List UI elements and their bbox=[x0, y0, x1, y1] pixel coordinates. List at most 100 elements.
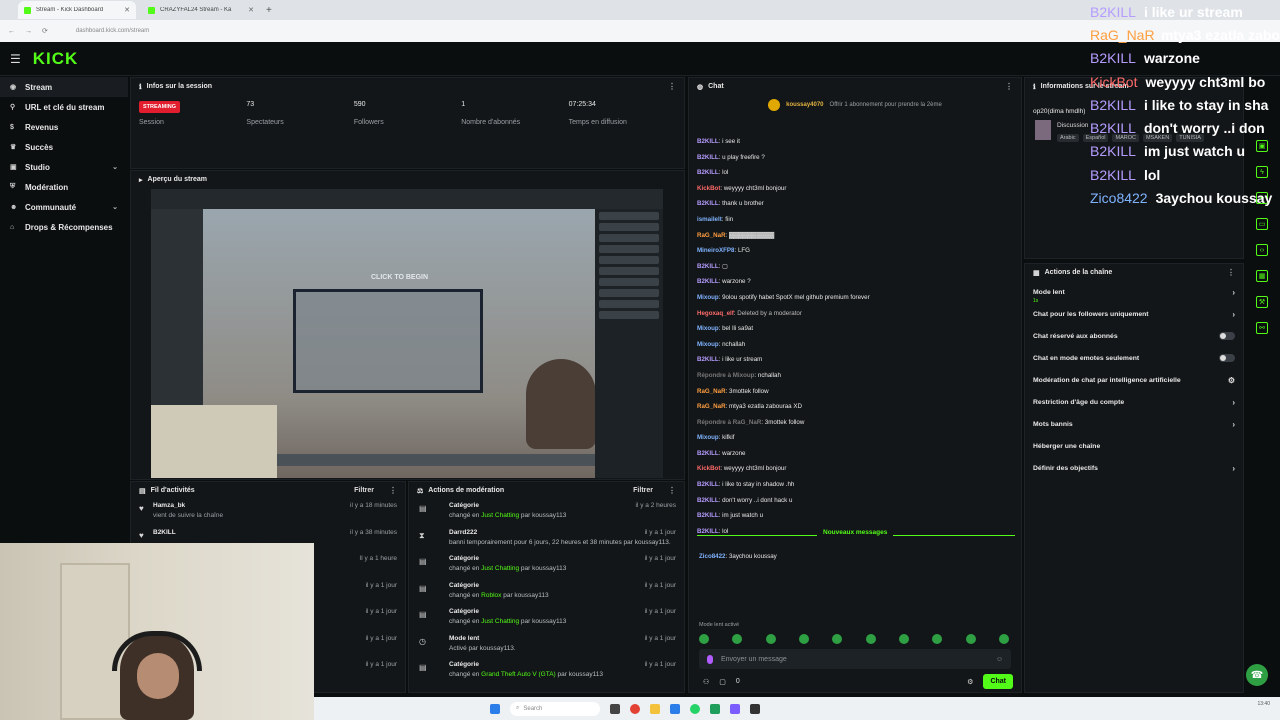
chat-username[interactable]: Répondre à RaG_NaR bbox=[697, 419, 761, 426]
forward-icon[interactable]: → bbox=[25, 28, 32, 35]
channel-action-item[interactable]: Restriction d'âge du compte › bbox=[1025, 391, 1243, 413]
chevron-right-icon[interactable]: › bbox=[1232, 420, 1235, 429]
emote-icon[interactable] bbox=[765, 634, 776, 644]
chat-username[interactable]: RaG_NaR bbox=[697, 232, 726, 239]
sidebar-item-drops[interactable]: ⌂ Drops & Récompenses bbox=[0, 217, 128, 237]
sidebar-item-stream[interactable]: ◉ Stream bbox=[0, 77, 128, 97]
code-icon[interactable]: ‹› bbox=[1256, 244, 1268, 256]
channel-action-item[interactable]: Modération de chat par intelligence arti… bbox=[1025, 369, 1243, 391]
chat-username[interactable]: Mixoup bbox=[697, 434, 719, 441]
sidebar-item-communaute[interactable]: ☻ Communauté ⌄ bbox=[0, 197, 128, 217]
chat-username[interactable]: B2KILL bbox=[697, 450, 719, 457]
more-icon[interactable]: ⋮ bbox=[668, 82, 676, 91]
grid-icon[interactable]: ▦ bbox=[1256, 270, 1268, 282]
emote-icon[interactable] bbox=[932, 634, 943, 644]
chat-username[interactable]: B2KILL bbox=[697, 512, 719, 519]
chat-username[interactable]: RaG_NaR bbox=[697, 403, 726, 410]
gear-icon[interactable]: ⚙ bbox=[967, 678, 973, 686]
chat-username[interactable]: RaG_NaR bbox=[697, 388, 726, 395]
chevron-right-icon[interactable]: › bbox=[1232, 310, 1235, 319]
chat-username[interactable]: B2KILL bbox=[697, 356, 719, 363]
taskbar-clock[interactable]: 13:40 bbox=[1257, 701, 1270, 707]
network-icon[interactable]: ⚯ bbox=[1256, 322, 1268, 334]
chat-username[interactable]: B2KILL bbox=[697, 138, 719, 145]
new-messages-label[interactable]: Nouveaux messages bbox=[817, 529, 894, 536]
close-icon[interactable]: ✕ bbox=[124, 6, 130, 14]
chevron-right-icon[interactable]: › bbox=[1232, 288, 1235, 297]
chat-username[interactable]: B2KILL bbox=[697, 154, 719, 161]
app-icon[interactable] bbox=[710, 703, 720, 714]
chat-username[interactable]: KickBot bbox=[697, 465, 720, 472]
reload-icon[interactable]: ⟳ bbox=[42, 27, 48, 35]
emote-icon[interactable] bbox=[998, 634, 1009, 644]
emote-icon[interactable] bbox=[832, 634, 843, 644]
chat-username[interactable]: B2KILL bbox=[697, 528, 719, 535]
chat-input[interactable]: Envoyer un message ☺ bbox=[699, 649, 1011, 669]
back-icon[interactable]: ← bbox=[8, 28, 15, 35]
toggle-switch[interactable] bbox=[1219, 332, 1235, 340]
kick-logo[interactable]: KICK bbox=[33, 49, 79, 69]
support-button[interactable]: ☎ bbox=[1246, 664, 1268, 686]
chat-username[interactable]: B2KILL bbox=[697, 278, 719, 285]
channel-action-item[interactable]: Définir des objectifs › bbox=[1025, 457, 1243, 479]
more-icon[interactable]: ⋮ bbox=[668, 486, 676, 495]
chat-username[interactable]: B2KILL bbox=[697, 497, 719, 504]
chat-username[interactable]: B2KILL bbox=[697, 263, 719, 270]
chat-username[interactable]: Répondre à Mixoup bbox=[697, 372, 754, 379]
emote-icon[interactable] bbox=[898, 634, 909, 644]
channel-action-item[interactable]: Chat réservé aux abonnés bbox=[1025, 325, 1243, 347]
chat-username[interactable]: Mixoup bbox=[697, 341, 719, 348]
channel-action-item[interactable]: Mode lent 1s › bbox=[1025, 281, 1243, 305]
new-tab-icon[interactable]: + bbox=[266, 5, 272, 16]
chat-bubble-icon[interactable]: ▭ bbox=[1256, 218, 1268, 230]
new-messages-divider[interactable]: Nouveaux messages bbox=[697, 529, 1015, 536]
channel-action-item[interactable]: Mots bannis › bbox=[1025, 413, 1243, 435]
toggle-switch[interactable] bbox=[1219, 354, 1235, 362]
more-icon[interactable]: ⋮ bbox=[1005, 82, 1013, 91]
emote-icon[interactable] bbox=[732, 634, 743, 644]
taskbar-search[interactable]: ⌕ Search bbox=[510, 701, 600, 716]
users-icon[interactable]: ⚇ bbox=[703, 678, 709, 686]
chevron-right-icon[interactable]: › bbox=[1232, 398, 1235, 407]
whatsapp-icon[interactable] bbox=[690, 703, 700, 714]
emoji-icon[interactable]: ☺ bbox=[996, 656, 1003, 663]
store-icon[interactable] bbox=[670, 703, 680, 714]
channel-action-item[interactable]: Héberger une chaîne bbox=[1025, 435, 1243, 457]
browser-tab[interactable]: CRAZYFAL24 Stream - Ka ✕ bbox=[142, 1, 260, 19]
emote-icon[interactable] bbox=[798, 634, 809, 644]
windows-start-icon[interactable] bbox=[490, 703, 500, 714]
sidebar-item-succes[interactable]: ♛ Succès bbox=[0, 137, 128, 157]
emote-icon[interactable] bbox=[865, 634, 876, 644]
filter-button[interactable]: Filtrer bbox=[633, 487, 653, 494]
chat-username[interactable]: B2KILL bbox=[697, 200, 719, 207]
channel-action-item[interactable]: Chat en mode emotes seulement bbox=[1025, 347, 1243, 369]
app-icon[interactable] bbox=[750, 703, 760, 714]
more-icon[interactable]: ⋮ bbox=[389, 486, 397, 495]
chat-username[interactable]: KickBot bbox=[697, 185, 720, 192]
browser-tab[interactable]: Stream - Kick Dashboard ✕ bbox=[18, 1, 136, 19]
settings-icon[interactable]: ⚙ bbox=[1228, 376, 1235, 385]
chrome-icon[interactable] bbox=[630, 703, 640, 714]
app-icon[interactable] bbox=[730, 703, 740, 714]
folder-icon[interactable] bbox=[650, 703, 660, 714]
filter-button[interactable]: Filtrer bbox=[354, 487, 374, 494]
chat-username[interactable]: Mixoup bbox=[697, 294, 719, 301]
gift-sub-banner[interactable]: koussay4070 Offrir 1 abonnement pour pre… bbox=[689, 99, 1021, 111]
sidebar-item-studio[interactable]: ▣ Studio ⌄ bbox=[0, 157, 128, 177]
chat-username[interactable]: Hegoxaq_elf bbox=[697, 310, 734, 317]
chat-username[interactable]: MineiroXFP8 bbox=[697, 247, 734, 254]
emote-icon[interactable] bbox=[965, 634, 976, 644]
stream-preview-video[interactable]: CLICK TO BEGIN bbox=[151, 189, 663, 478]
chat-username[interactable]: ismailelt bbox=[697, 216, 722, 223]
task-view-icon[interactable] bbox=[610, 703, 620, 714]
sidebar-item-revenus[interactable]: $ Revenus bbox=[0, 117, 128, 137]
sidebar-item-url[interactable]: ⚲ URL et clé du stream bbox=[0, 97, 128, 117]
emote-icon[interactable] bbox=[699, 634, 709, 644]
url-field[interactable]: dashboard.kick.com/stream bbox=[76, 28, 149, 34]
chat-username[interactable]: B2KILL bbox=[697, 169, 719, 176]
chat-username[interactable]: Mixoup bbox=[697, 325, 719, 332]
chat-username[interactable]: B2KILL bbox=[697, 481, 719, 488]
send-chat-button[interactable]: Chat bbox=[983, 674, 1013, 689]
wrench-icon[interactable]: ⚒ bbox=[1256, 296, 1268, 308]
sidebar-item-moderation[interactable]: ⛨ Modération bbox=[0, 177, 128, 197]
